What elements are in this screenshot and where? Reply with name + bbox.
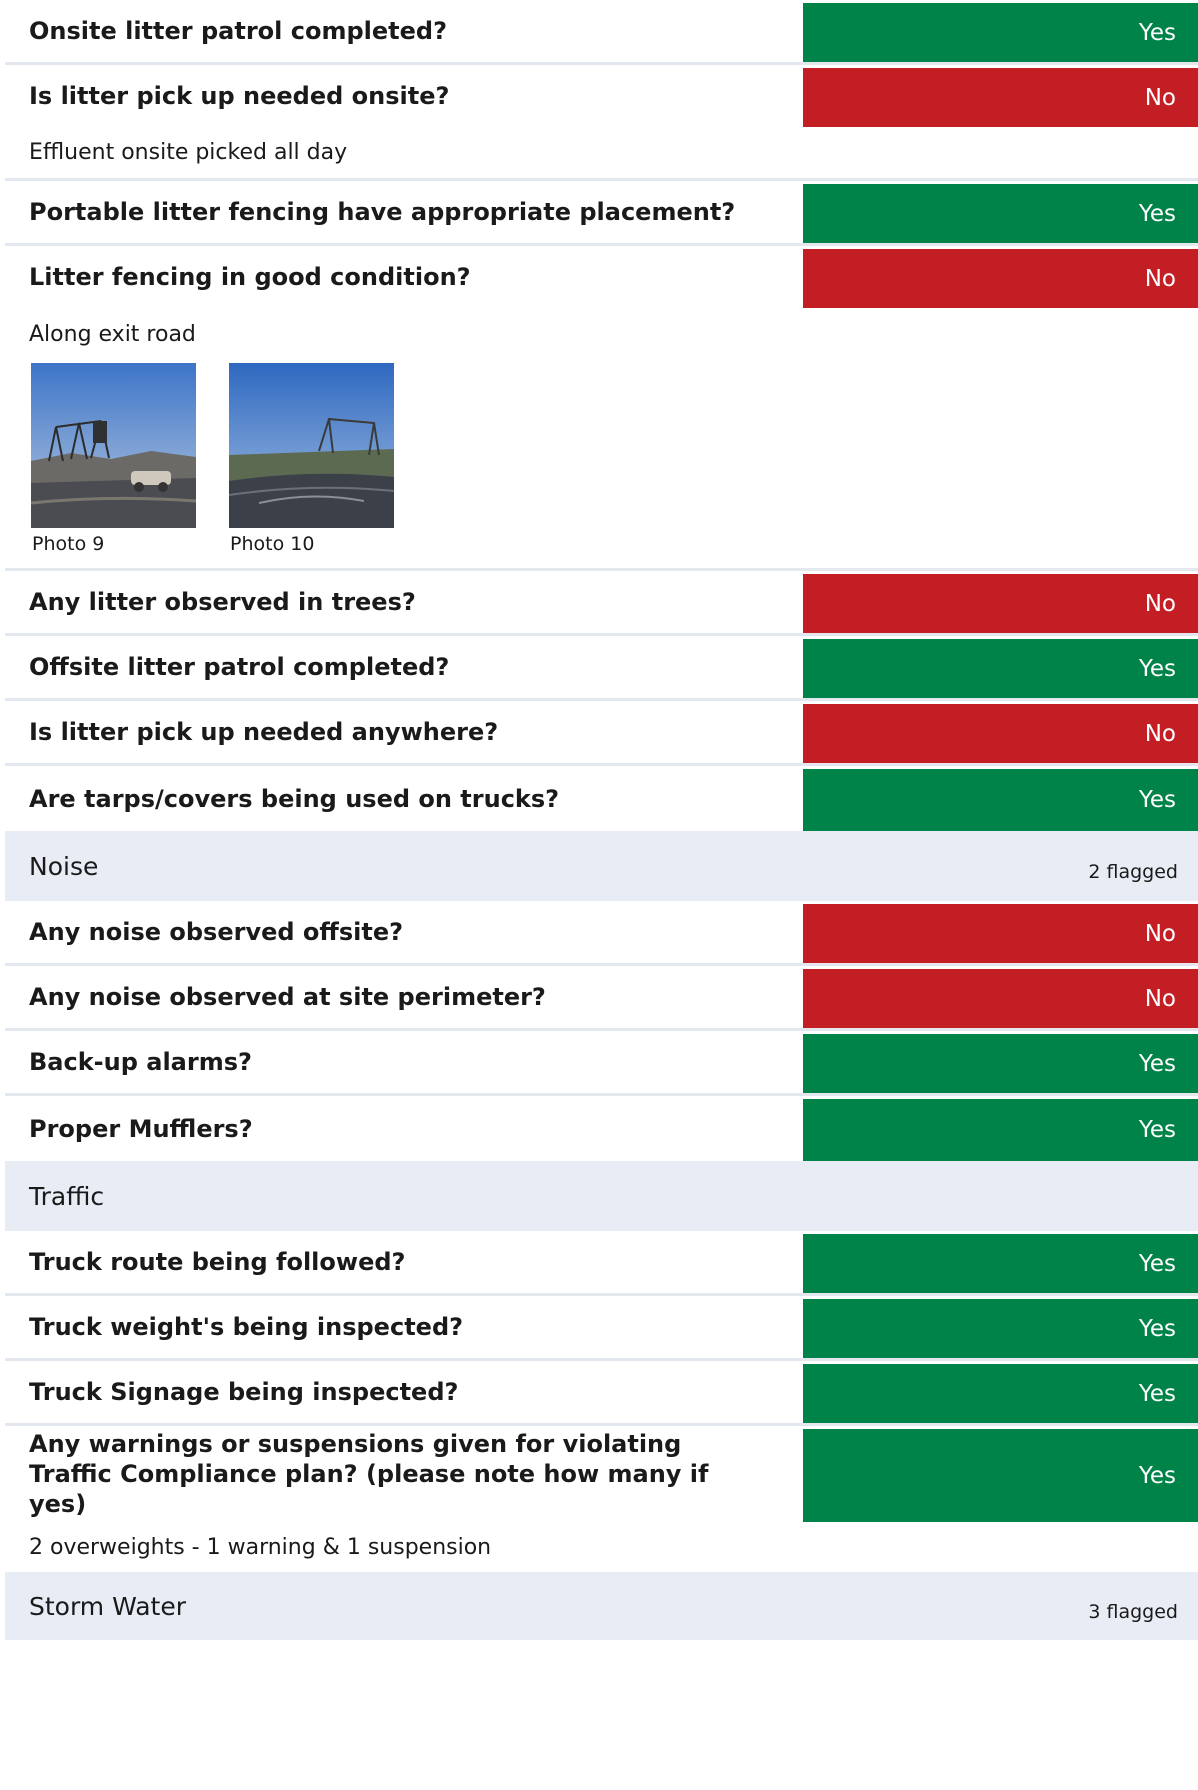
question-row: Is litter pick up needed anywhere? No [5,701,1198,766]
question-row: Offsite litter patrol completed? Yes [5,636,1198,701]
question-row: Any warnings or suspensions given for vi… [5,1426,1198,1572]
question-row: Any noise observed at site perimeter? No [5,966,1198,1031]
photo-caption: Photo 10 [230,533,315,555]
inspection-report: Onsite litter patrol completed? Yes Is l… [0,0,1198,1640]
answer-yes-badge: Yes [803,1034,1198,1093]
section-header-traffic[interactable]: Traffic [5,1161,1198,1231]
answer-no-badge: No [803,969,1198,1028]
flagged-count: 2 flagged [1088,861,1178,883]
answer-yes-badge: Yes [803,1364,1198,1423]
photo-thumbnail-9[interactable] [31,363,196,528]
question-row: Truck route being followed? Yes [5,1231,1198,1296]
answer-no-badge: No [803,68,1198,127]
section-title: Storm Water [29,1591,187,1621]
answer-yes-badge: Yes [803,1099,1198,1161]
question-label: Is litter pick up needed anywhere? [29,718,499,746]
section-title: Noise [29,851,99,881]
answer-no-badge: No [803,904,1198,963]
question-row: Truck weight's being inspected? Yes [5,1296,1198,1361]
question-label: Litter fencing in good condition? [29,263,471,291]
question-row: Onsite litter patrol completed? Yes [5,0,1198,65]
question-row: Truck Signage being inspected? Yes [5,1361,1198,1426]
question-label: Truck Signage being inspected? [29,1378,459,1406]
section-title: Traffic [29,1181,105,1211]
answer-yes-badge: Yes [803,1429,1198,1522]
answer-yes-badge: Yes [803,769,1198,831]
photo-caption: Photo 9 [32,533,105,555]
photo-attachment[interactable]: Photo 9 [31,363,196,556]
question-label: Truck weight's being inspected? [29,1313,464,1341]
question-label: Onsite litter patrol completed? [29,17,447,45]
question-label: Proper Mufflers? [29,1114,253,1143]
question-row: Are tarps/covers being used on trucks? Y… [5,766,1198,831]
answer-yes-badge: Yes [803,1234,1198,1293]
answer-no-badge: No [803,704,1198,763]
question-row: Portable litter fencing have appropriate… [5,181,1198,246]
answer-note: 2 overweights - 1 warning & 1 suspension [29,1535,492,1560]
flagged-count: 3 flagged [1088,1601,1178,1623]
answer-note: Effluent onsite picked all day [29,140,348,165]
answer-yes-badge: Yes [803,639,1198,698]
question-row: Any noise observed offsite? No [5,901,1198,966]
photo-gallery: Photo 9 Photo 10 [5,359,1198,568]
photo-thumbnail-10[interactable] [229,363,394,528]
photo-attachment[interactable]: Photo 10 [229,363,394,556]
answer-yes-badge: Yes [803,1299,1198,1358]
question-label: Are tarps/covers being used on trucks? [29,784,560,813]
question-row: Is litter pick up needed onsite? No Effl… [5,65,1198,181]
question-row: Proper Mufflers? Yes [5,1096,1198,1161]
answer-no-badge: No [803,249,1198,308]
question-label: Any warnings or suspensions given for vi… [29,1430,709,1518]
question-label: Truck route being followed? [29,1248,406,1276]
question-label: Any noise observed at site perimeter? [29,983,546,1011]
question-row: Back-up alarms? Yes [5,1031,1198,1096]
answer-no-badge: No [803,574,1198,633]
question-label: Is litter pick up needed onsite? [29,82,450,110]
question-label: Any noise observed offsite? [29,918,404,946]
question-row: Litter fencing in good condition? No Alo… [5,246,1198,571]
question-label: Any litter observed in trees? [29,588,416,616]
question-label: Back-up alarms? [29,1048,252,1076]
question-row: Any litter observed in trees? No [5,571,1198,636]
section-header-storm-water[interactable]: Storm Water 3 flagged [5,1572,1198,1640]
answer-yes-badge: Yes [803,184,1198,243]
question-label: Offsite litter patrol completed? [29,653,450,681]
answer-yes-badge: Yes [803,3,1198,62]
section-header-noise[interactable]: Noise 2 flagged [5,831,1198,901]
question-label: Portable litter fencing have appropriate… [29,198,736,226]
answer-note: Along exit road [29,322,196,347]
